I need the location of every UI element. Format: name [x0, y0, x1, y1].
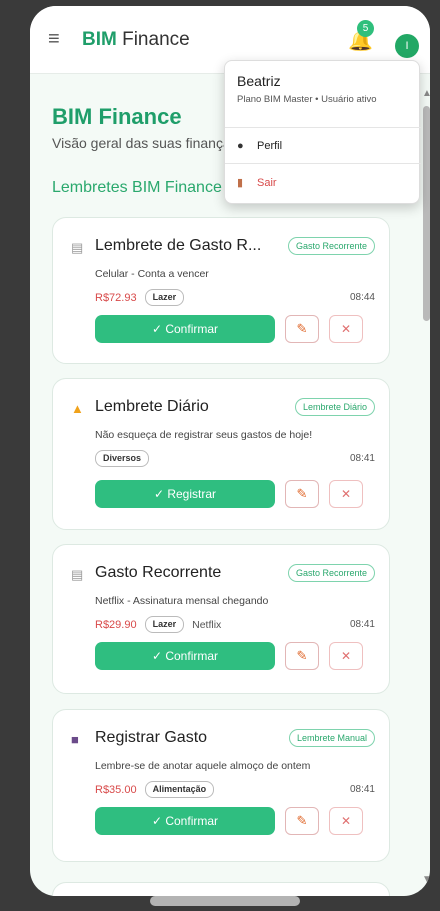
card-time: 08:41 — [349, 619, 375, 630]
page-subtitle: Visão geral das suas finanças — [52, 135, 238, 151]
vertical-scrollbar-thumb[interactable] — [423, 106, 430, 321]
edit-button[interactable]: ✎ — [285, 642, 319, 670]
receipt-icon: ▤ — [71, 567, 84, 582]
card-time: 08:44 — [349, 292, 375, 303]
card-meta-row: R$72.93 Lazer — [95, 289, 185, 306]
card-tag: Lembrete Diário — [294, 398, 375, 416]
card-amount: R$72.93 — [95, 291, 137, 304]
edit-button[interactable]: ✎ — [285, 807, 319, 835]
card-meta-row: Diversos — [95, 450, 150, 467]
card-meta-row: R$29.90 Lazer Netflix — [95, 616, 221, 633]
reminder-card: ▤ Gasto Recorrente Gasto Recorrente Netf… — [52, 544, 390, 694]
card-merchant: Netflix — [192, 618, 222, 631]
reminder-card-partial — [52, 882, 390, 896]
page-title: BIM Finance — [52, 104, 182, 129]
user-plan: Plano BIM Master • Usuário ativo — [237, 94, 377, 105]
card-title: Lembrete de Gasto R... — [95, 237, 262, 254]
menu-icon[interactable]: ≡ — [48, 28, 72, 51]
card-time: 08:41 — [349, 784, 375, 795]
logout-menu-item[interactable]: ▮ Sair — [237, 176, 277, 189]
menu-divider — [225, 163, 421, 164]
category-chip: Lazer — [144, 616, 185, 633]
register-button[interactable]: ✓ Registrar — [95, 480, 275, 508]
profile-label: Perfil — [257, 140, 283, 152]
confirm-button[interactable]: ✓ Confirmar — [95, 807, 275, 835]
section-title: Lembretes BIM Finance — [52, 179, 222, 196]
user-icon: ● — [237, 140, 244, 152]
scroll-down-arrow-icon[interactable]: ▼ — [422, 874, 430, 885]
card-title: Lembrete Diário — [95, 398, 209, 415]
confirm-button[interactable]: ✓ Confirmar — [95, 315, 275, 343]
card-tag: Gasto Recorrente — [287, 564, 375, 582]
category-chip: Lazer — [144, 289, 185, 306]
reminder-card: ■ Registrar Gasto Lembrete Manual Lembre… — [52, 709, 390, 862]
card-amount: R$35.00 — [95, 783, 137, 796]
bell-icon: ▲ — [71, 401, 84, 416]
confirm-button[interactable]: ✓ Confirmar — [95, 642, 275, 670]
card-title: Gasto Recorrente — [95, 564, 222, 581]
delete-button[interactable]: ✕ — [329, 807, 363, 835]
menu-divider — [225, 127, 421, 128]
user-name: Beatriz — [237, 73, 281, 89]
logout-label: Sair — [257, 177, 277, 189]
card-meta-row: R$35.00 Alimentação — [95, 781, 215, 798]
receipt-icon: ▤ — [71, 240, 84, 255]
edit-button[interactable]: ✎ — [285, 315, 319, 343]
card-time: 08:41 — [349, 453, 375, 464]
delete-button[interactable]: ✕ — [329, 315, 363, 343]
edit-button[interactable]: ✎ — [285, 480, 319, 508]
logout-icon: ▮ — [237, 177, 244, 189]
delete-button[interactable]: ✕ — [329, 642, 363, 670]
card-description: Não esqueça de registrar seus gastos de … — [95, 429, 313, 441]
card-tag: Gasto Recorrente — [287, 237, 375, 255]
card-title: Registrar Gasto — [95, 729, 208, 746]
avatar[interactable]: I — [395, 34, 419, 58]
category-chip: Alimentação — [144, 781, 215, 798]
card-tag: Lembrete Manual — [288, 729, 375, 747]
card-amount: R$29.90 — [95, 618, 137, 631]
user-menu-dropdown: Beatriz Plano BIM Master • Usuário ativo… — [224, 60, 421, 204]
app-window: ≡ BIM Finance 🔔 5 I BIM Finance Visão ge… — [30, 6, 430, 896]
brand-strong: BIM — [82, 28, 117, 50]
brand-rest: Finance — [116, 28, 190, 50]
reminder-card: ▲ Lembrete Diário Lembrete Diário Não es… — [52, 378, 390, 530]
delete-button[interactable]: ✕ — [329, 480, 363, 508]
horizontal-scrollbar-thumb[interactable] — [150, 896, 300, 906]
notification-badge: 5 — [357, 20, 374, 37]
brand-title[interactable]: BIM Finance — [82, 29, 190, 51]
category-chip: Diversos — [95, 450, 150, 467]
card-description: Netflix - Assinatura mensal chegando — [95, 595, 269, 607]
card-description: Celular - Conta a vencer — [95, 268, 209, 280]
reminder-card: ▤ Lembrete de Gasto R... Gasto Recorrent… — [52, 217, 390, 364]
profile-menu-item[interactable]: ● Perfil — [237, 140, 282, 152]
card-description: Lembre-se de anotar aquele almoço de ont… — [95, 760, 311, 772]
book-icon: ■ — [71, 732, 79, 747]
scroll-up-arrow-icon[interactable]: ▲ — [422, 88, 430, 99]
